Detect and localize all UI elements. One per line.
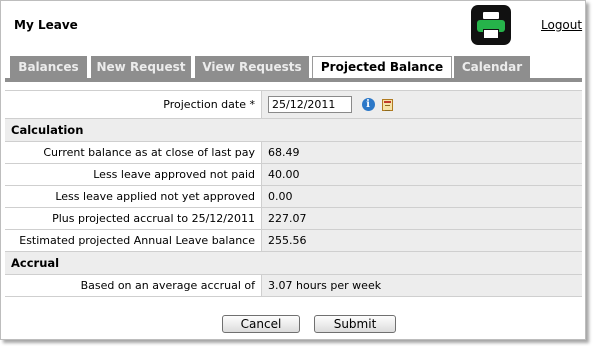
- logout-link[interactable]: Logout: [541, 18, 582, 32]
- projection-date-label: Projection date *: [5, 90, 262, 119]
- row-value: 68.49: [261, 141, 582, 164]
- tab-calendar[interactable]: Calendar: [454, 56, 530, 78]
- row-label: Less leave approved not paid: [5, 163, 262, 186]
- row-value: 0.00: [261, 185, 582, 208]
- submit-button[interactable]: Submit: [314, 315, 396, 333]
- section-heading-accrual: Accrual: [5, 251, 582, 275]
- info-icon[interactable]: i: [361, 98, 375, 111]
- section-heading-calculation: Calculation: [5, 118, 582, 142]
- calculation-section: Calculation: [5, 118, 582, 142]
- row-label: Less leave applied not yet approved: [5, 185, 262, 208]
- accrual-section: Accrual: [5, 251, 582, 275]
- printer-paper: [483, 29, 499, 39]
- row-label: Based on an average accrual of: [5, 274, 262, 297]
- table-row: Plus projected accrual to 25/12/2011 227…: [5, 207, 582, 230]
- projection-date-input[interactable]: [268, 96, 352, 113]
- projection-table: Projection date * i Calculation Current …: [5, 90, 582, 297]
- cancel-button[interactable]: Cancel: [222, 315, 300, 333]
- table-row: Based on an average accrual of 3.07 hour…: [5, 274, 582, 297]
- tab-view-requests[interactable]: View Requests: [195, 56, 309, 78]
- table-row: Current balance as at close of last pay …: [5, 141, 582, 164]
- projection-date-row: Projection date * i: [5, 90, 582, 119]
- row-label: Estimated projected Annual Leave balance: [5, 229, 262, 252]
- projection-date-cell: i: [261, 90, 582, 119]
- calendar-icon[interactable]: [382, 98, 393, 111]
- tab-projected-balance[interactable]: Projected Balance: [312, 56, 452, 79]
- table-row: Estimated projected Annual Leave balance…: [5, 229, 582, 252]
- projected-balance-panel: Projection date * i Calculation Current …: [5, 90, 582, 297]
- table-row: Less leave approved not paid 40.00: [5, 163, 582, 186]
- my-leave-window: My Leave Logout Balances New Request Vie…: [0, 0, 586, 340]
- tab-new-request[interactable]: New Request: [91, 56, 191, 78]
- row-label: Current balance as at close of last pay: [5, 141, 262, 164]
- row-value: 227.07: [261, 207, 582, 230]
- printer-top: [483, 12, 499, 19]
- table-row: Less leave applied not yet approved 0.00: [5, 185, 582, 208]
- tab-balances[interactable]: Balances: [10, 56, 87, 78]
- row-value: 40.00: [261, 163, 582, 186]
- row-label: Plus projected accrual to 25/12/2011: [5, 207, 262, 230]
- row-value: 255.56: [261, 229, 582, 252]
- row-value: 3.07 hours per week: [261, 274, 582, 297]
- printer-icon[interactable]: [471, 5, 511, 45]
- page-title: My Leave: [14, 18, 78, 32]
- tab-underline: [5, 78, 582, 82]
